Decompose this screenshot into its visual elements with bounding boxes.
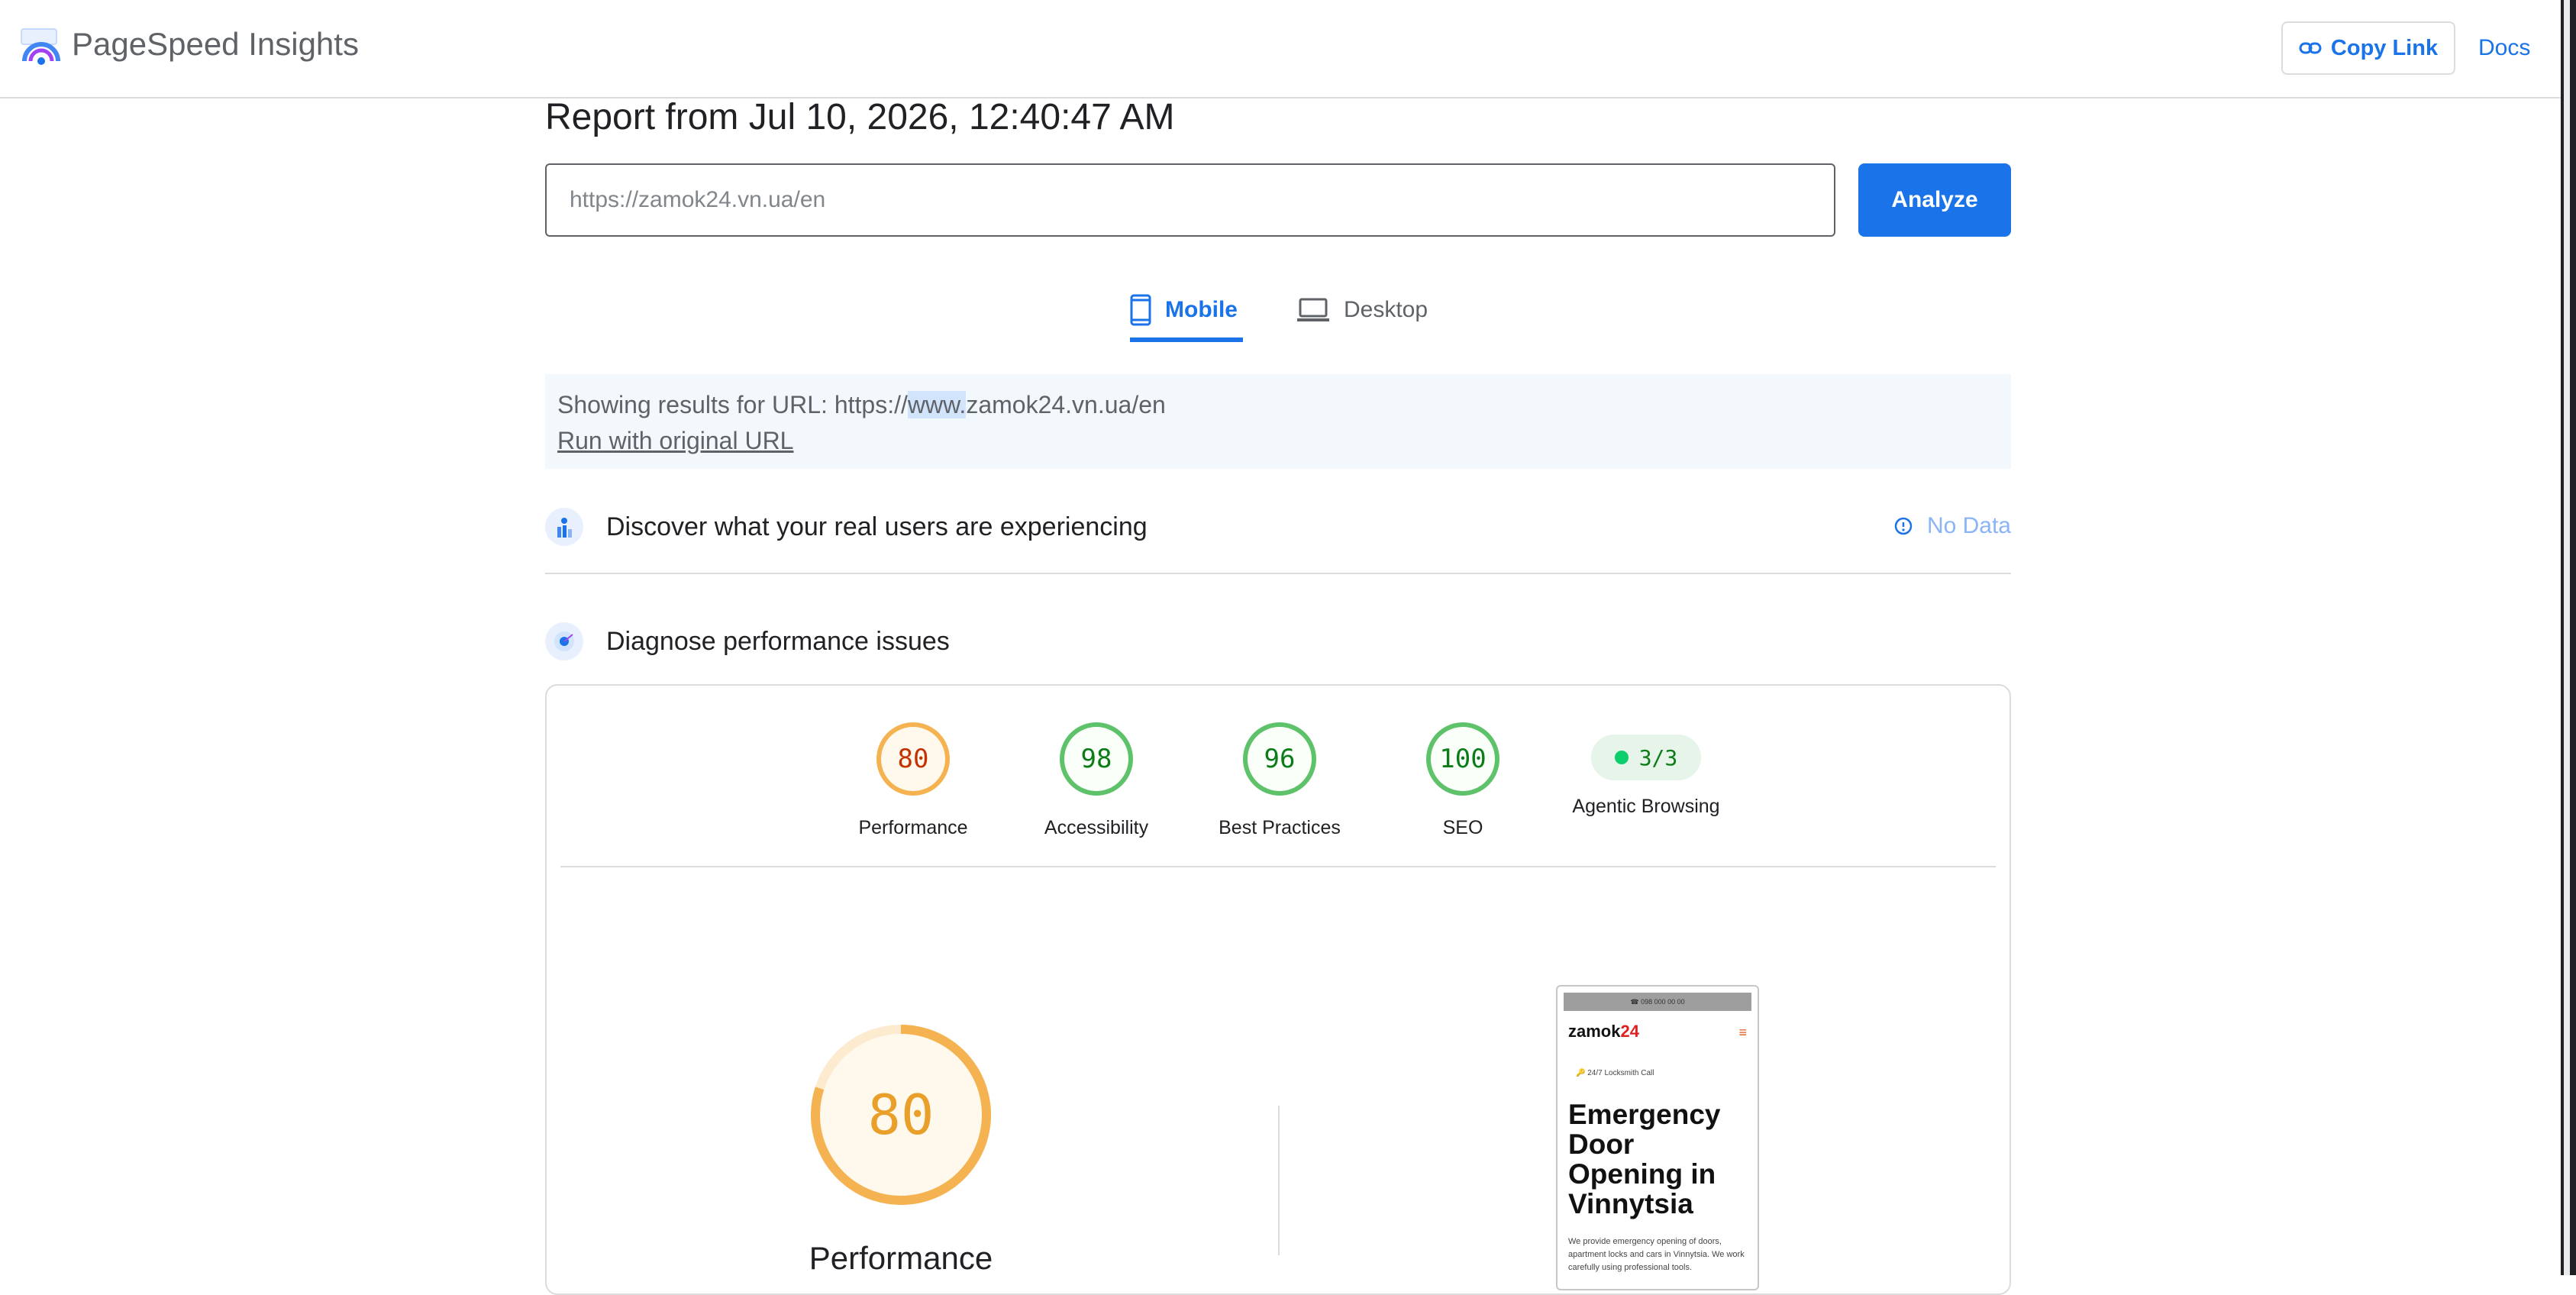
score-value: 96 [1243, 722, 1316, 796]
score-label: Agentic Browsing [1572, 796, 1720, 817]
crux-section-header[interactable]: Discover what your real users are experi… [545, 504, 2011, 550]
hamburger-menu-icon: ≡ [1738, 1025, 1747, 1040]
card-divider [560, 866, 1996, 867]
score-value: 80 [876, 722, 950, 796]
score-value: 100 [1426, 722, 1499, 796]
score-gauge-agentic-browsing[interactable]: 3/3 Agentic Browsing [1554, 722, 1738, 818]
preview-tag: 🔑 24/7 Locksmith Call [1576, 1069, 1654, 1077]
tab-mobile[interactable]: Mobile [1130, 283, 1243, 342]
app-title[interactable]: PageSpeed Insights [72, 26, 359, 63]
copy-link-label: Copy Link [2330, 35, 2439, 60]
agentic-browsing-pill: 3/3 [1591, 735, 1701, 780]
score-gauge-performance[interactable]: 80 Performance [829, 722, 997, 839]
page-screenshot-preview[interactable]: ☎ 098 000 00 00 zamok24 ≡ 🔑 24/7 Locksmi… [1556, 985, 1759, 1290]
info-icon[interactable] [1893, 516, 1913, 536]
copy-link-button[interactable]: Copy Link [2281, 21, 2455, 75]
score-gauge-best-practices[interactable]: 96 Best Practices [1196, 722, 1364, 839]
notice-highlight: www. [907, 391, 967, 418]
preview-topbar: ☎ 098 000 00 00 [1564, 993, 1751, 1011]
vertical-scrollbar[interactable] [2564, 0, 2570, 1275]
smartphone-icon [1130, 294, 1151, 326]
lighthouse-icon [545, 622, 583, 660]
diagnose-section-header: Diagnose performance issues [545, 618, 2011, 664]
redirect-notice: Showing results for URL: https://www.zam… [545, 374, 2011, 469]
laptop-icon [1297, 298, 1329, 321]
section-divider [545, 573, 2011, 574]
vertical-divider [1278, 1106, 1280, 1255]
docs-link[interactable]: Docs [2478, 35, 2530, 61]
preview-logo-main: zamok [1568, 1022, 1621, 1041]
score-label: SEO [1442, 817, 1483, 838]
pagespeed-logo-icon[interactable] [20, 27, 61, 66]
url-input[interactable] [545, 163, 1835, 237]
performance-big-label: Performance [809, 1240, 993, 1276]
report-title: Report from Jul 10, 2026, 12:40:47 AM [545, 97, 1175, 137]
score-value: 3/3 [1638, 744, 1678, 770]
performance-big-score: 80 [867, 1083, 935, 1147]
link-icon [2299, 42, 2322, 54]
preview-body: We provide emergency opening of doors, a… [1568, 1237, 1745, 1272]
analyze-button[interactable]: Analyze [1858, 163, 2011, 237]
score-label: Accessibility [1044, 817, 1149, 838]
notice-prefix: Showing results for URL: https:// [557, 391, 908, 418]
top-app-bar: PageSpeed Insights Copy Link Docs [0, 0, 2561, 98]
notice-suffix: zamok24.vn.ua/en [966, 391, 1166, 418]
tab-mobile-label: Mobile [1165, 297, 1238, 322]
no-data-status: No Data [1893, 513, 2011, 539]
tab-desktop-label: Desktop [1344, 297, 1428, 322]
tab-desktop[interactable]: Desktop [1296, 283, 1428, 337]
pass-dot-icon [1614, 751, 1629, 764]
preview-logo-num: 24 [1620, 1022, 1639, 1041]
run-original-url-link[interactable]: Run with original URL [557, 427, 793, 455]
preview-logo: zamok24 [1568, 1022, 1639, 1041]
score-gauge-accessibility[interactable]: 98 Accessibility [1012, 722, 1180, 839]
score-value: 98 [1060, 722, 1133, 796]
score-gauge-seo[interactable]: 100 SEO [1379, 722, 1547, 839]
users-chart-icon [545, 508, 583, 546]
no-data-label: No Data [1926, 513, 2011, 538]
crux-section-title: Discover what your real users are experi… [606, 512, 1148, 541]
score-label: Best Practices [1219, 817, 1341, 838]
diagnose-section-title: Diagnose performance issues [606, 626, 950, 656]
preview-headline: Emergency Door Opening in Vinnytsia [1568, 1099, 1721, 1219]
score-label: Performance [858, 817, 968, 838]
notice-text: Showing results for URL: https://www.zam… [557, 391, 1999, 419]
